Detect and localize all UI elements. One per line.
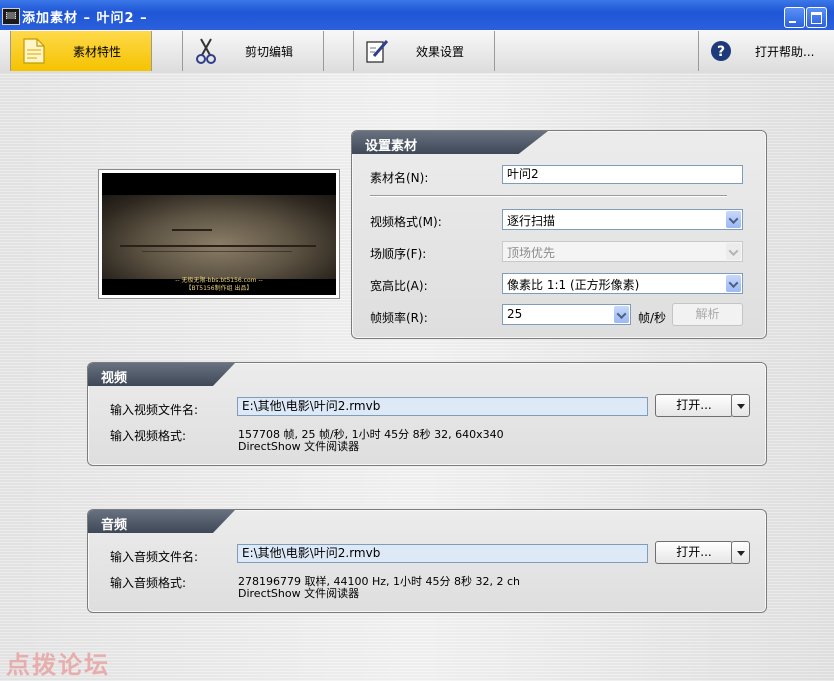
window-title: 添加素材 – 叶问2 –: [22, 11, 148, 26]
open-help-label: 打开帮助...: [755, 44, 815, 59]
settings-panel-header: 设置素材: [352, 131, 548, 154]
audio-open-button[interactable]: 打开...: [655, 541, 733, 564]
toolbar: 素材特性 剪切编辑 效果设置 ? 打开帮助...: [0, 30, 834, 74]
document-icon: [23, 38, 45, 64]
frame-rate-value: 25: [507, 307, 523, 321]
video-file-input[interactable]: E:\其他\电影\叶问2.rmvb: [237, 397, 648, 416]
tab-clip-properties[interactable]: 素材特性: [10, 31, 152, 71]
video-preview: -- 无极无限-bbs.bt5156.com -- 【BT5156制作组 出品】: [98, 169, 340, 299]
settings-divider: [370, 195, 727, 197]
video-format-info-label: 输入视频格式:: [110, 429, 187, 443]
analyze-button[interactable]: 解析: [672, 303, 743, 326]
frame-rate-unit: 帧/秒: [638, 311, 667, 325]
video-panel-header: 视频: [88, 363, 235, 386]
audio-panel: 音频 输入音频文件名: E:\其他\电影\叶问2.rmvb 打开... 输入音频…: [87, 509, 767, 613]
settings-panel-title: 设置素材: [365, 139, 418, 154]
tab-effects-label: 效果设置: [416, 44, 465, 59]
audio-panel-title: 音频: [101, 518, 128, 533]
tab-cut-edit[interactable]: 剪切编辑: [182, 31, 324, 71]
video-open-dropdown[interactable]: [731, 394, 750, 417]
video-file-label: 输入视频文件名:: [110, 403, 199, 417]
clip-name-input[interactable]: 叶问2: [502, 165, 743, 184]
tab-cut-edit-label: 剪切编辑: [245, 44, 294, 59]
clip-name-label: 素材名(N):: [370, 171, 429, 185]
field-order-value: 顶场优先: [507, 246, 556, 260]
chevron-down-icon: [726, 243, 741, 260]
aspect-ratio-label: 宽高比(A):: [370, 279, 428, 293]
preview-subtitle-line2: 【BT5156制作组 出品】: [185, 285, 253, 292]
chevron-down-icon[interactable]: [614, 306, 629, 323]
open-help-button[interactable]: ? 打开帮助...: [698, 31, 834, 71]
video-format-label: 视频格式(M):: [370, 215, 442, 229]
settings-panel: 设置素材 素材名(N): 叶问2 视频格式(M): 逐行扫描 场顺序(F): 顶…: [351, 130, 767, 339]
scissors-icon: [196, 38, 216, 64]
audio-panel-header: 音频: [88, 510, 235, 533]
preview-subtitle-line1: -- 无极无限-bbs.bt5156.com --: [175, 277, 263, 284]
preview-scene-image: [102, 195, 336, 279]
chevron-down-icon[interactable]: [726, 275, 741, 292]
tab-clip-properties-label: 素材特性: [73, 44, 122, 59]
audio-format-info-line2: DirectShow 文件阅读器: [238, 587, 360, 600]
title-bar: 添加素材 – 叶问2 –: [0, 0, 834, 30]
forum-watermark: 点拨论坛: [6, 650, 110, 679]
film-app-icon: [2, 8, 20, 25]
aspect-ratio-value: 像素比 1:1 (正方形像素): [507, 278, 640, 292]
video-panel-title: 视频: [101, 371, 128, 386]
svg-text:?: ?: [717, 44, 725, 60]
video-format-info-line2: DirectShow 文件阅读器: [238, 440, 360, 453]
video-format-select[interactable]: 逐行扫描: [502, 209, 743, 230]
chevron-down-icon[interactable]: [726, 211, 741, 228]
video-format-value: 逐行扫描: [507, 214, 556, 228]
field-order-label: 场顺序(F):: [370, 247, 427, 261]
audio-open-dropdown[interactable]: [731, 541, 750, 564]
edit-pencil-icon: [366, 40, 389, 63]
audio-file-label: 输入音频文件名:: [110, 550, 199, 564]
minimize-button[interactable]: [784, 7, 805, 28]
tab-effects[interactable]: 效果设置: [353, 31, 495, 71]
maximize-button[interactable]: [806, 7, 827, 28]
audio-format-info-label: 输入音频格式:: [110, 576, 187, 590]
field-order-select: 顶场优先: [502, 241, 743, 262]
frame-rate-label: 帧频率(R):: [370, 311, 428, 325]
aspect-ratio-select[interactable]: 像素比 1:1 (正方形像素): [502, 273, 743, 294]
video-frame: -- 无极无限-bbs.bt5156.com -- 【BT5156制作组 出品】: [102, 173, 336, 295]
audio-file-input[interactable]: E:\其他\电影\叶问2.rmvb: [237, 544, 648, 563]
help-icon: ?: [711, 41, 731, 61]
video-panel: 视频 输入视频文件名: E:\其他\电影\叶问2.rmvb 打开... 输入视频…: [87, 362, 767, 466]
frame-rate-select[interactable]: 25: [502, 304, 631, 325]
video-open-button[interactable]: 打开...: [655, 394, 733, 417]
